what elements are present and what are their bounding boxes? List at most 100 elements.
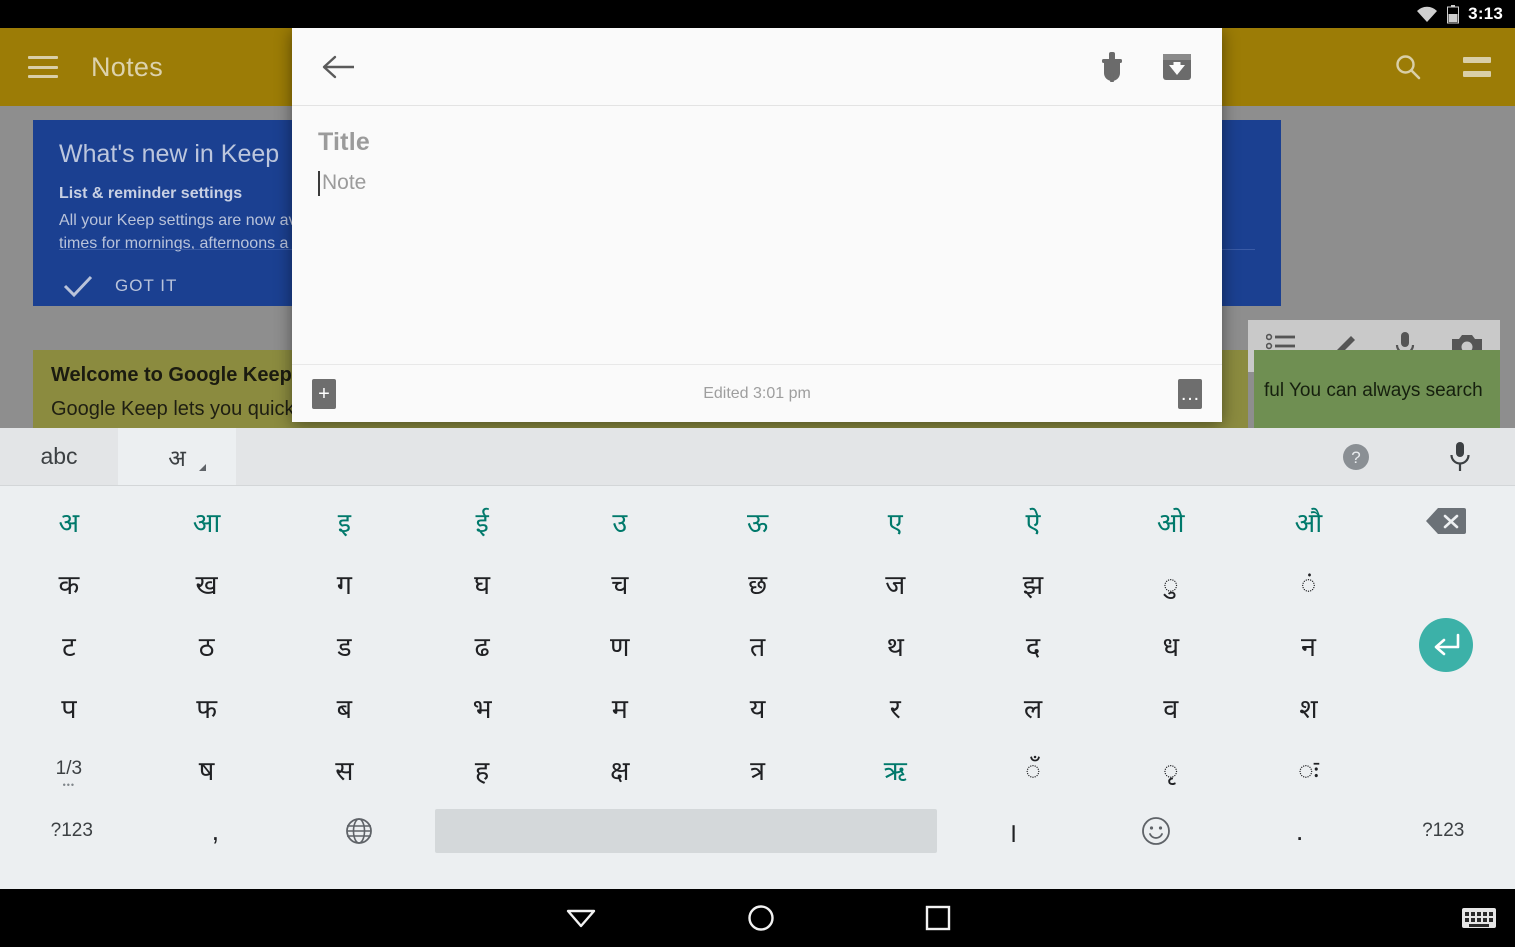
microphone-icon[interactable]: [1449, 441, 1471, 473]
key-bha[interactable]: भ: [413, 676, 551, 738]
key-ri-matra[interactable]: ◌ृ: [1102, 738, 1240, 800]
got-it-button[interactable]: GOT IT: [63, 274, 177, 298]
key-gha[interactable]: घ: [413, 552, 551, 614]
key-ttha[interactable]: ठ: [138, 614, 276, 676]
keyboard-row-2: क ख ग घ च छ ज झ ◌ु ◌ं: [0, 552, 1515, 614]
key-sa[interactable]: स: [275, 738, 413, 800]
keyboard-row-1: अ आ इ ई उ ऊ ए ऐ ओ औ: [0, 490, 1515, 552]
key-ma[interactable]: म: [551, 676, 689, 738]
danda-key[interactable]: ।: [941, 800, 1085, 862]
key-au[interactable]: औ: [1240, 490, 1378, 552]
symbols-key-right[interactable]: ?123: [1371, 800, 1515, 862]
key-ya[interactable]: य: [689, 676, 827, 738]
green-note-card[interactable]: ful You can always search: [1254, 350, 1500, 428]
back-arrow-icon[interactable]: [322, 54, 356, 80]
wifi-icon: [1416, 6, 1438, 23]
page-dots-icon: •••: [62, 780, 76, 790]
key-i[interactable]: इ: [275, 490, 413, 552]
key-ri[interactable]: ऋ: [826, 738, 964, 800]
long-press-corner-icon: [199, 464, 206, 471]
keyboard-suggestion-bar: abc अ ?: [0, 428, 1515, 486]
hamburger-menu-icon[interactable]: [28, 56, 58, 78]
key-blank-row2: [1377, 552, 1515, 614]
key-dda[interactable]: ड: [275, 614, 413, 676]
key-pa[interactable]: प: [0, 676, 138, 738]
key-ksha[interactable]: क्ष: [551, 738, 689, 800]
keyboard-switch-icon[interactable]: [1461, 905, 1497, 931]
keyboard-tab-devanagari[interactable]: अ: [118, 428, 236, 485]
key-ba[interactable]: ब: [275, 676, 413, 738]
keyboard-row-3: ट ठ ड ढ ण त थ द ध न: [0, 614, 1515, 676]
key-e[interactable]: ए: [826, 490, 964, 552]
keyboard-page-indicator[interactable]: 1/3 •••: [0, 738, 138, 800]
symbols-key-left[interactable]: ?123: [0, 800, 144, 862]
android-navigation-bar: [0, 889, 1515, 947]
space-key[interactable]: [431, 800, 941, 862]
key-dha[interactable]: ध: [1102, 614, 1240, 676]
enter-key[interactable]: [1377, 614, 1515, 676]
key-ha[interactable]: ह: [413, 738, 551, 800]
key-na[interactable]: न: [1240, 614, 1378, 676]
status-bar: 3:13: [0, 0, 1515, 28]
keyboard-tab-abc-label: abc: [40, 443, 78, 469]
key-blank-row5: [1377, 738, 1515, 800]
key-a[interactable]: अ: [0, 490, 138, 552]
key-ii[interactable]: ई: [413, 490, 551, 552]
key-uu[interactable]: ऊ: [689, 490, 827, 552]
note-editor-dialog: Title Note + Edited 3:01 pm …: [292, 28, 1222, 422]
note-title-input[interactable]: Title: [318, 128, 1196, 157]
android-tablet-screen: 3:13 Notes What's new in Keep List & rem…: [0, 0, 1515, 947]
key-ka[interactable]: क: [0, 552, 138, 614]
key-cha[interactable]: च: [551, 552, 689, 614]
key-visarga[interactable]: ◌ः: [1240, 738, 1378, 800]
got-it-label: GOT IT: [115, 276, 178, 295]
list-view-icon[interactable]: [1463, 57, 1491, 77]
key-va[interactable]: व: [1102, 676, 1240, 738]
key-nna[interactable]: ण: [551, 614, 689, 676]
hide-keyboard-down-icon[interactable]: [565, 907, 597, 929]
globe-language-key[interactable]: [287, 800, 431, 862]
note-dialog-toolbar: [292, 28, 1222, 106]
period-key[interactable]: .: [1228, 800, 1372, 862]
archive-icon[interactable]: [1162, 52, 1192, 82]
help-circle-icon[interactable]: ?: [1341, 442, 1371, 472]
key-tta[interactable]: ट: [0, 614, 138, 676]
recents-square-icon[interactable]: [925, 905, 951, 931]
key-ga[interactable]: ग: [275, 552, 413, 614]
space-bar: [434, 809, 937, 853]
key-pha[interactable]: फ: [138, 676, 276, 738]
pin-icon[interactable]: [1098, 51, 1126, 83]
backspace-icon: [1426, 506, 1467, 536]
key-ddha[interactable]: ढ: [413, 614, 551, 676]
keyboard-row-5: 1/3 ••• ष स ह क्ष त्र ऋ ◌ँ ◌ृ ◌ः: [0, 738, 1515, 800]
keyboard-tab-abc[interactable]: abc: [0, 428, 118, 485]
note-body-input[interactable]: Note: [322, 171, 366, 195]
emoji-key[interactable]: [1084, 800, 1228, 862]
key-chandrabindu[interactable]: ◌ँ: [964, 738, 1102, 800]
key-ja[interactable]: ज: [826, 552, 964, 614]
key-aa[interactable]: आ: [138, 490, 276, 552]
key-sha[interactable]: श: [1240, 676, 1378, 738]
status-clock: 3:13: [1468, 4, 1503, 23]
suggestion-spacer: [236, 428, 1341, 485]
key-anusvara[interactable]: ◌ं: [1240, 552, 1378, 614]
search-icon[interactable]: [1393, 52, 1423, 82]
key-tra[interactable]: त्र: [689, 738, 827, 800]
key-tha[interactable]: थ: [826, 614, 964, 676]
key-ra[interactable]: र: [826, 676, 964, 738]
key-u-matra[interactable]: ◌ु: [1102, 552, 1240, 614]
comma-key[interactable]: ,: [144, 800, 288, 862]
key-kha[interactable]: ख: [138, 552, 276, 614]
key-jha[interactable]: झ: [964, 552, 1102, 614]
key-la[interactable]: ल: [964, 676, 1102, 738]
key-u[interactable]: उ: [551, 490, 689, 552]
backspace-key[interactable]: [1377, 490, 1515, 552]
home-circle-icon[interactable]: [747, 904, 775, 932]
key-chha[interactable]: छ: [689, 552, 827, 614]
key-o[interactable]: ओ: [1102, 490, 1240, 552]
key-da[interactable]: द: [964, 614, 1102, 676]
key-ssa[interactable]: ष: [138, 738, 276, 800]
key-ai[interactable]: ऐ: [964, 490, 1102, 552]
key-ta[interactable]: त: [689, 614, 827, 676]
keyboard-page-label: 1/3: [55, 758, 83, 779]
